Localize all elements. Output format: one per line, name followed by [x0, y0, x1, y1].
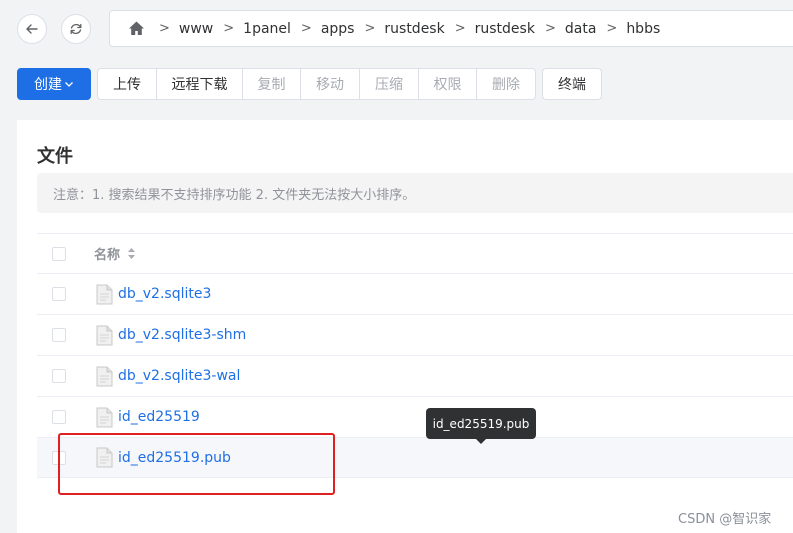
breadcrumb-label: rustdesk — [474, 20, 535, 37]
breadcrumb-separator: > — [454, 21, 466, 36]
refresh-icon — [70, 23, 82, 35]
breadcrumb-label: rustdesk — [384, 20, 445, 37]
create-button[interactable]: 创建 — [17, 68, 91, 100]
watermark: CSDN @智识家 — [678, 512, 772, 527]
name-column-label: 名称 — [94, 248, 121, 263]
file-icon — [96, 447, 113, 468]
sort-icon[interactable] — [127, 247, 136, 260]
file-icon — [96, 407, 113, 427]
table-row[interactable]: id_ed25519 — [37, 396, 793, 437]
compress-button[interactable]: 压缩 — [359, 68, 419, 100]
delete-button[interactable]: 删除 — [476, 68, 536, 100]
breadcrumb-item-rustdesk[interactable]: > rustdesk — [354, 21, 444, 37]
breadcrumb: > www >1panel > apps > rustdesk > rustdesk >… — [109, 10, 793, 47]
breadcrumb-separator: > — [606, 21, 618, 36]
copy-button[interactable]: 复制 — [242, 68, 301, 100]
breadcrumb-item-hbbs[interactable]: > hbbs — [596, 21, 660, 37]
table-row[interactable]: db_v2.sqlite3-shm — [37, 314, 793, 355]
table-header: 名称 — [37, 233, 793, 273]
permissions-button[interactable]: 权限 — [418, 68, 477, 100]
breadcrumb-label: 1panel — [243, 20, 291, 37]
row-checkbox[interactable] — [52, 369, 66, 383]
file-icon — [96, 325, 113, 345]
filename-tooltip: id_ed25519.pub — [426, 408, 536, 444]
table-row[interactable]: id_ed25519.pub — [37, 437, 793, 478]
notice-text: 注意：1. 搜索结果不支持排序功能 2. 文件夹无法按大小排序。 — [53, 187, 416, 203]
breadcrumb-separator: > — [364, 21, 376, 36]
move-button[interactable]: 移动 — [300, 68, 360, 100]
breadcrumb-separator: > — [544, 21, 556, 36]
file-icon — [96, 284, 113, 304]
table-row[interactable]: db_v2.sqlite3-wal — [37, 355, 793, 396]
breadcrumb-item-www[interactable]: > www — [149, 21, 213, 37]
name-column-header[interactable]: 名称 — [94, 244, 136, 263]
create-button-label: 创建 — [34, 77, 62, 93]
file-table: 名称 db_v2.sqlite3 db_v2.sqlite3-shm db_v2… — [37, 233, 793, 478]
breadcrumb-label: apps — [320, 20, 355, 37]
breadcrumb-separator: > — [300, 21, 312, 36]
file-name-link[interactable]: id_ed25519.pub — [118, 450, 231, 466]
breadcrumb-item-data[interactable]: > data — [535, 21, 596, 37]
breadcrumb-separator: > — [223, 21, 235, 36]
notice-banner: 注意：1. 搜索结果不支持排序功能 2. 文件夹无法按大小排序。 — [37, 173, 793, 213]
back-button[interactable] — [17, 14, 47, 44]
row-checkbox[interactable] — [52, 410, 66, 424]
terminal-button[interactable]: 终端 — [542, 68, 602, 100]
file-name-link[interactable]: db_v2.sqlite3-shm — [118, 327, 246, 343]
breadcrumb-item-rustdesk-2[interactable]: > rustdesk — [445, 21, 535, 37]
row-checkbox[interactable] — [52, 328, 66, 342]
breadcrumb-item-1panel[interactable]: >1panel — [213, 21, 291, 37]
arrow-left-icon — [26, 24, 38, 34]
file-name-link[interactable]: id_ed25519 — [118, 409, 200, 425]
refresh-button[interactable] — [61, 14, 91, 44]
row-checkbox[interactable] — [52, 287, 66, 301]
file-name-link[interactable]: db_v2.sqlite3-wal — [118, 368, 240, 384]
remote-download-button[interactable]: 远程下载 — [156, 68, 243, 100]
file-name-link[interactable]: db_v2.sqlite3 — [118, 286, 211, 302]
chevron-down-icon — [65, 82, 73, 87]
home-icon[interactable] — [128, 20, 145, 37]
table-row[interactable]: db_v2.sqlite3 — [37, 273, 793, 314]
file-icon — [96, 366, 113, 386]
row-checkbox[interactable] — [52, 450, 66, 465]
select-all-checkbox[interactable] — [52, 246, 66, 261]
tooltip-text: id_ed25519.pub — [432, 416, 530, 431]
breadcrumb-separator: > — [159, 21, 170, 36]
breadcrumb-label: hbbs — [626, 20, 661, 37]
toolbar: 创建 上传 远程下载 复制 移动 压缩 权限 删除 终端 — [17, 68, 602, 100]
breadcrumb-label: www — [178, 20, 214, 37]
card-title: 文件 — [37, 146, 73, 167]
breadcrumb-item-apps[interactable]: > apps — [291, 21, 355, 37]
upload-button[interactable]: 上传 — [97, 68, 157, 100]
action-button-group: 上传 远程下载 复制 移动 压缩 权限 删除 — [97, 68, 536, 100]
breadcrumb-label: data — [564, 20, 597, 37]
file-card: 文件 注意：1. 搜索结果不支持排序功能 2. 文件夹无法按大小排序。 名称 d… — [17, 120, 793, 533]
